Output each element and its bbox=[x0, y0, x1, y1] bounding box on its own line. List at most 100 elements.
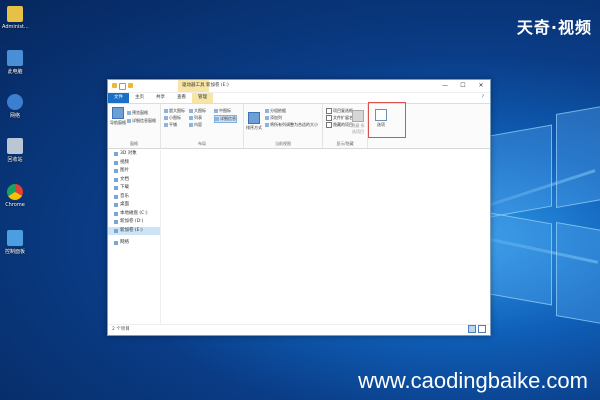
window-title: 新加卷 (E:) bbox=[206, 83, 229, 88]
nav-item-3d-objects[interactable]: 3D 对象 bbox=[108, 150, 160, 159]
hide-selected-icon bbox=[352, 110, 364, 122]
hidden-items-toggle[interactable]: 隐藏的项目 bbox=[326, 122, 353, 128]
computer-icon bbox=[7, 50, 23, 66]
desktop-icon-label: 此电脑 bbox=[7, 69, 23, 75]
item-checkboxes-toggle[interactable]: 项目复选框 bbox=[326, 108, 353, 114]
desktop-icon-label: Chrome bbox=[5, 202, 25, 208]
desktop-icon-control-panel[interactable]: 控制面板 bbox=[2, 230, 28, 255]
navigation-pane-button[interactable]: 导航窗格 bbox=[110, 107, 126, 126]
wallpaper-logo-pane bbox=[490, 124, 552, 218]
nav-item-desktop[interactable]: 桌面 bbox=[108, 201, 160, 210]
layout-tiles[interactable]: 平铺 bbox=[164, 122, 177, 128]
group-by-icon bbox=[265, 109, 269, 113]
navigation-pane-icon bbox=[112, 107, 124, 119]
hide-selected-button[interactable]: 隐藏 所选项目 bbox=[350, 110, 366, 135]
group-label: 布局 bbox=[198, 141, 206, 146]
layout-content[interactable]: 内容 bbox=[189, 122, 202, 128]
file-extensions-toggle[interactable]: 文件扩展名 bbox=[326, 115, 353, 121]
nav-item-drive-e[interactable]: 新加卷 (E:) bbox=[108, 226, 160, 235]
large-icons-view-icon[interactable] bbox=[478, 325, 486, 333]
list-icon bbox=[189, 116, 193, 120]
watermark-top: 天奇·视频 bbox=[516, 18, 592, 37]
layout-extra-large-icons[interactable]: 超大图标 bbox=[164, 108, 185, 114]
layout-large-icons[interactable]: 大图标 bbox=[189, 108, 206, 114]
content-icon bbox=[189, 123, 193, 127]
download-icon bbox=[114, 186, 118, 190]
folder-icon bbox=[112, 83, 117, 88]
sort-icon bbox=[248, 112, 260, 124]
layout-medium-icons[interactable]: 中图标 bbox=[214, 108, 231, 114]
network-icon bbox=[114, 241, 118, 245]
preview-pane-button[interactable]: 预览窗格 bbox=[127, 110, 148, 116]
group-label: 窗格 bbox=[130, 141, 138, 146]
add-column-icon bbox=[265, 116, 269, 120]
details-view-icon[interactable] bbox=[468, 325, 476, 333]
nav-item-music[interactable]: 音乐 bbox=[108, 193, 160, 202]
ribbon: 导航窗格 预览窗格 详细信息窗格 窗格 超大图标 大图标 中图标 小图标 列表 … bbox=[108, 102, 490, 149]
group-label: 显示/隐藏 bbox=[336, 141, 354, 146]
desktop-icon-recycle-bin[interactable]: 回收站 bbox=[2, 138, 28, 163]
chrome-icon bbox=[7, 184, 23, 200]
properties-icon[interactable] bbox=[119, 83, 126, 90]
highlight-box bbox=[368, 102, 406, 138]
tab-home[interactable]: 主页 bbox=[129, 93, 150, 103]
details-pane-button[interactable]: 详细信息窗格 bbox=[127, 118, 156, 124]
help-icon[interactable]: ? bbox=[476, 93, 490, 103]
layout-details[interactable]: 详细信息 bbox=[214, 115, 237, 123]
minimize-button[interactable]: — bbox=[436, 80, 454, 92]
folder-icon bbox=[7, 6, 23, 22]
tab-view[interactable]: 查看 bbox=[171, 93, 192, 103]
desktop-icon-label: 网络 bbox=[9, 113, 20, 119]
recycle-bin-icon bbox=[7, 138, 23, 154]
network-icon bbox=[7, 94, 23, 110]
desktop-icon-this-pc[interactable]: 此电脑 bbox=[2, 50, 28, 75]
group-show-hide: 项目复选框 文件扩展名 隐藏的项目 隐藏 所选项目 显示/隐藏 bbox=[323, 104, 368, 148]
document-icon bbox=[114, 177, 118, 182]
layout-small-icons[interactable]: 小图标 bbox=[164, 115, 181, 121]
new-folder-icon[interactable] bbox=[128, 83, 133, 88]
size-columns-to-fit-button[interactable]: 将所有列调整为合适的大小 bbox=[265, 122, 318, 128]
desktop-icon-label: 回收站 bbox=[7, 157, 23, 163]
tiles-icon bbox=[164, 123, 168, 127]
layout-list[interactable]: 列表 bbox=[189, 115, 202, 121]
preview-pane-icon bbox=[127, 111, 131, 115]
sort-by-button[interactable]: 排序方式 bbox=[246, 112, 262, 131]
add-column-button[interactable]: 添加列 bbox=[265, 115, 282, 121]
ribbon-tabs: 文件 主页 共享 查看 管理 ? bbox=[108, 93, 490, 104]
nav-item-documents[interactable]: 文档 bbox=[108, 176, 160, 185]
fit-columns-icon bbox=[265, 123, 269, 127]
picture-icon bbox=[114, 169, 118, 173]
wallpaper-logo-pane bbox=[556, 105, 600, 209]
nav-item-videos[interactable]: 视频 bbox=[108, 159, 160, 168]
file-list-area[interactable] bbox=[161, 150, 490, 324]
group-by-button[interactable]: 分组依据 bbox=[265, 108, 286, 114]
large-icons-icon bbox=[164, 109, 168, 113]
desktop-icon bbox=[114, 203, 118, 207]
wallpaper-logo-pane bbox=[556, 221, 600, 325]
explorer-window: 驱动器工具 新加卷 (E:) — ☐ ✕ 文件 主页 共享 查看 管理 ? 导航… bbox=[107, 79, 491, 336]
checkbox-icon bbox=[326, 108, 332, 114]
nav-item-pictures[interactable]: 图片 bbox=[108, 167, 160, 176]
desktop-icon-chrome[interactable]: Chrome bbox=[2, 184, 28, 208]
navigation-pane: 3D 对象 视频 图片 文档 下载 音乐 桌面 本地磁盘 (C:) 新加卷 (D… bbox=[108, 150, 161, 324]
quick-access-toolbar bbox=[112, 83, 133, 90]
nav-item-drive-c[interactable]: 本地磁盘 (C:) bbox=[108, 210, 160, 219]
maximize-button[interactable]: ☐ bbox=[454, 80, 472, 92]
desktop-icon-network[interactable]: 网络 bbox=[2, 94, 28, 119]
small-icons-icon bbox=[164, 116, 168, 120]
tab-file[interactable]: 文件 bbox=[108, 93, 129, 103]
close-button[interactable]: ✕ bbox=[472, 80, 490, 92]
medium-icons-icon bbox=[214, 109, 218, 113]
nav-item-downloads[interactable]: 下载 bbox=[108, 184, 160, 193]
nav-item-network[interactable]: 网络 bbox=[108, 239, 160, 248]
music-icon bbox=[114, 194, 118, 199]
nav-item-drive-d[interactable]: 新加卷 (D:) bbox=[108, 218, 160, 227]
desktop-icon-label: 控制面板 bbox=[4, 249, 25, 255]
watermark-url: www.caodingbaike.com bbox=[358, 368, 588, 393]
tab-manage[interactable]: 管理 bbox=[192, 93, 213, 103]
desktop-icon-user-folder[interactable]: Administ... bbox=[2, 6, 29, 30]
tab-share[interactable]: 共享 bbox=[150, 93, 171, 103]
context-tab-drive-tools[interactable]: 驱动器工具 bbox=[178, 80, 209, 92]
group-label: 当前视图 bbox=[275, 141, 291, 146]
group-current-view: 排序方式 分组依据 添加列 将所有列调整为合适的大小 当前视图 bbox=[244, 104, 323, 148]
